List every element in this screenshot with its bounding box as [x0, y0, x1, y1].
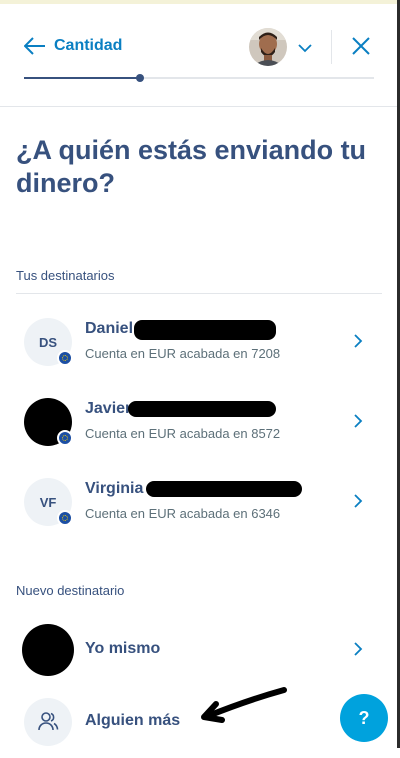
recipient-row[interactable]: VF Virginia Cuenta en EUR acabada en 634… [0, 466, 397, 538]
eu-flag-icon [57, 510, 73, 526]
page-title: ¿A quién estás enviando tu dinero? [16, 135, 367, 198]
redaction-mark [134, 320, 276, 340]
myself-label: Yo mismo [85, 640, 161, 657]
progress-marker [135, 74, 144, 82]
recipient-name: Daniel [85, 320, 134, 337]
back-button[interactable]: Cantidad [24, 34, 122, 58]
progress-fill [24, 77, 140, 79]
profile-avatar[interactable] [249, 28, 287, 66]
recipient-row[interactable]: Javier Cuenta en EUR acabada en 8572 [0, 386, 397, 458]
new-recipient-section-label: Nuevo destinatario [16, 583, 125, 598]
chevron-down-icon[interactable] [298, 40, 312, 58]
recipient-account: Cuenta en EUR acabada en 6346 [85, 506, 281, 521]
someone-else-label: Alguien más [85, 712, 181, 729]
recipients-section-label: Tus destinatarios [16, 268, 115, 283]
recipient-account: Cuenta en EUR acabada en 7208 [85, 346, 281, 361]
recipient-name: Virginia [85, 480, 144, 497]
eu-flag-icon [57, 350, 73, 366]
redaction-mark [128, 401, 276, 417]
person-icon [37, 711, 59, 734]
eu-flag-icon [57, 430, 73, 446]
close-icon[interactable] [351, 36, 371, 61]
back-label: Cantidad [54, 37, 123, 54]
chevron-right-icon [354, 334, 363, 353]
chevron-right-icon [354, 414, 363, 433]
myself-avatar [22, 624, 74, 676]
arrow-left-icon [24, 37, 46, 55]
myself-row[interactable]: Yo mismo [0, 614, 397, 686]
recipient-row[interactable]: DS Daniel Cuenta en EUR acabada en 7208 [0, 306, 397, 378]
annotation-arrow [198, 686, 288, 731]
recipient-name: Javier [85, 400, 132, 417]
someone-else-avatar [24, 698, 72, 746]
header-divider [331, 30, 332, 64]
header: Cantidad [0, 0, 397, 107]
chevron-right-icon [354, 642, 363, 661]
recipient-account: Cuenta en EUR acabada en 8572 [85, 426, 281, 441]
help-button[interactable]: ? [340, 694, 388, 742]
chevron-right-icon [354, 494, 363, 513]
section-divider [16, 293, 382, 294]
progress-bar [24, 74, 374, 82]
redaction-mark [146, 481, 302, 497]
